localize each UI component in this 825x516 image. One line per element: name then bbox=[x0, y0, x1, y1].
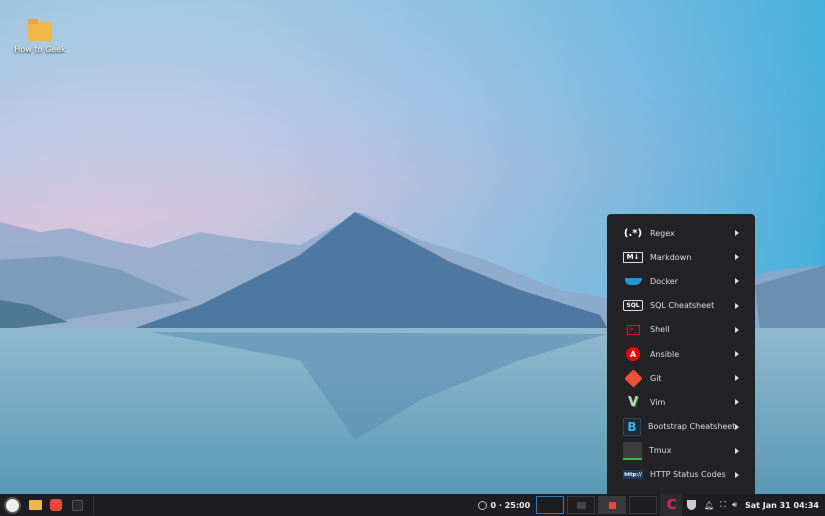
vim-icon: V bbox=[627, 394, 639, 410]
pomodoro-timer[interactable]: 0 · 25:00 bbox=[491, 501, 531, 510]
files-launcher[interactable] bbox=[24, 494, 46, 516]
terminal-launcher[interactable] bbox=[66, 494, 88, 516]
timer-icon[interactable] bbox=[477, 500, 487, 510]
notification-bell-icon[interactable]: 🔔︎ bbox=[704, 501, 714, 510]
submenu-arrow-icon bbox=[735, 302, 739, 309]
taskbar: 0 · 25:00 C 🔔︎ ⛶ 🔊︎ Sat Jan 31 04:34 bbox=[0, 494, 825, 516]
submenu-arrow-icon bbox=[735, 375, 739, 382]
menu-item-sql-cheatsheet[interactable]: SQL SQL Cheatsheet bbox=[607, 294, 755, 318]
app-icon bbox=[50, 499, 62, 511]
window-button-terminal[interactable] bbox=[567, 496, 596, 514]
menu-item-tmux[interactable]: Tmux bbox=[607, 439, 755, 463]
app-icon bbox=[608, 501, 616, 509]
desktop-icon-label: How to Geek bbox=[14, 45, 66, 54]
menu-item-ansible[interactable]: A Ansible bbox=[607, 342, 755, 366]
shield-icon[interactable] bbox=[687, 500, 697, 510]
menu-item-label: Shell bbox=[650, 325, 670, 335]
submenu-arrow-icon bbox=[735, 447, 739, 454]
menu-item-markdown[interactable]: M↓ Markdown bbox=[607, 245, 755, 269]
http-icon: http:// bbox=[623, 470, 643, 480]
menu-item-label: Bootstrap Cheatsheet bbox=[648, 422, 736, 432]
menu-item-bootstrap-cheatsheet[interactable]: B Bootstrap Cheatsheet bbox=[607, 415, 755, 439]
submenu-arrow-icon bbox=[735, 351, 739, 358]
app-launcher[interactable] bbox=[46, 494, 66, 516]
markdown-icon: M↓ bbox=[623, 251, 643, 263]
git-icon bbox=[623, 369, 643, 388]
submenu-arrow-icon bbox=[735, 326, 739, 333]
folder-icon bbox=[28, 500, 42, 510]
desktop-icon-how-to-geek[interactable]: How to Geek bbox=[14, 19, 66, 54]
cheat-applet-button[interactable]: C bbox=[660, 494, 683, 516]
menu-item-shell[interactable]: >_ Shell bbox=[607, 318, 755, 342]
menu-item-regex[interactable]: (.*) Regex bbox=[607, 221, 755, 245]
submenu-arrow-icon bbox=[735, 254, 739, 261]
mint-logo-icon bbox=[3, 496, 21, 514]
menu-item-label: HTTP Status Codes bbox=[650, 470, 726, 480]
window-button-1[interactable] bbox=[536, 496, 565, 514]
bootstrap-icon: B bbox=[623, 417, 641, 436]
submenu-arrow-icon bbox=[735, 230, 739, 237]
network-icon[interactable]: ⛶ bbox=[720, 500, 726, 510]
menu-item-git[interactable]: Git bbox=[607, 366, 755, 390]
menu-item-label: Tmux bbox=[649, 446, 672, 456]
submenu-arrow-icon bbox=[735, 399, 739, 406]
folder-icon bbox=[28, 19, 52, 41]
shell-icon: >_ bbox=[623, 322, 643, 338]
menu-item-label: Docker bbox=[650, 276, 679, 286]
menu-item-docker[interactable]: Docker bbox=[607, 269, 755, 293]
docker-icon bbox=[623, 273, 643, 289]
regex-icon: (.*) bbox=[623, 227, 643, 239]
terminal-icon bbox=[71, 499, 83, 511]
terminal-icon bbox=[576, 501, 586, 509]
submenu-arrow-icon bbox=[735, 278, 739, 285]
menu-item-vim[interactable]: V Vim bbox=[607, 390, 755, 414]
menu-item-label: Ansible bbox=[650, 349, 680, 359]
menu-item-label: Git bbox=[650, 373, 662, 383]
submenu-arrow-icon bbox=[735, 423, 739, 430]
tmux-icon bbox=[623, 441, 642, 460]
menu-item-label: Regex bbox=[650, 228, 675, 238]
volume-icon[interactable]: 🔊︎ bbox=[732, 500, 737, 510]
sql-icon: SQL bbox=[623, 300, 643, 312]
cheat-icon: C bbox=[666, 497, 676, 513]
menu-item-label: SQL Cheatsheet bbox=[650, 301, 715, 311]
menu-item-label: Markdown bbox=[650, 252, 692, 262]
submenu-arrow-icon bbox=[735, 471, 739, 478]
menu-item-label: Vim bbox=[650, 397, 666, 407]
window-button-app[interactable] bbox=[598, 496, 627, 514]
window-button-4[interactable] bbox=[629, 496, 658, 514]
start-menu-button[interactable] bbox=[0, 494, 24, 516]
ansible-icon: A bbox=[623, 346, 643, 362]
clock[interactable]: Sat Jan 31 04:34 bbox=[745, 501, 819, 510]
applet-menu: (.*) Regex M↓ Markdown Docker SQL SQL Cheat… bbox=[607, 214, 755, 494]
menu-item-http-status-codes[interactable]: http:// HTTP Status Codes bbox=[607, 463, 755, 487]
